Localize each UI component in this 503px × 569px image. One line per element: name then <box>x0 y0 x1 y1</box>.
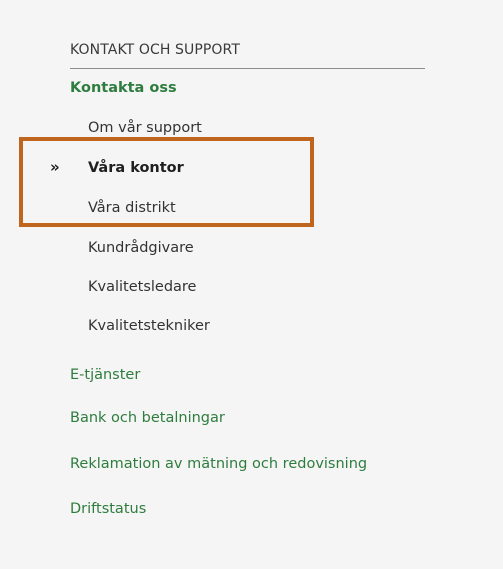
sidebar-link-e-tjanster[interactable]: E-tjänster <box>70 367 140 383</box>
title-divider <box>70 68 425 69</box>
sidebar-item-kvalitetsledare[interactable]: Kvalitetsledare <box>88 279 196 295</box>
sidebar-link-bank-och-betalningar[interactable]: Bank och betalningar <box>70 410 225 426</box>
section-title: KONTAKT OCH SUPPORT <box>70 42 241 58</box>
sidebar-item-om-var-support[interactable]: Om vår support <box>88 120 202 136</box>
sidebar-item-kundradgivare[interactable]: Kundrådgivare <box>88 240 194 256</box>
sidebar-group-kontakta-oss[interactable]: Kontakta oss <box>70 80 177 96</box>
sidebar-item-kvalitetstekniker[interactable]: Kvalitetstekniker <box>88 318 210 334</box>
sidebar-link-driftstatus[interactable]: Driftstatus <box>70 501 146 517</box>
contact-sidebar: KONTAKT OCH SUPPORT Kontakta oss Om vår … <box>0 0 503 569</box>
highlight-annotation-box <box>19 137 314 227</box>
sidebar-link-reklamation[interactable]: Reklamation av mätning och redovisning <box>70 456 367 472</box>
